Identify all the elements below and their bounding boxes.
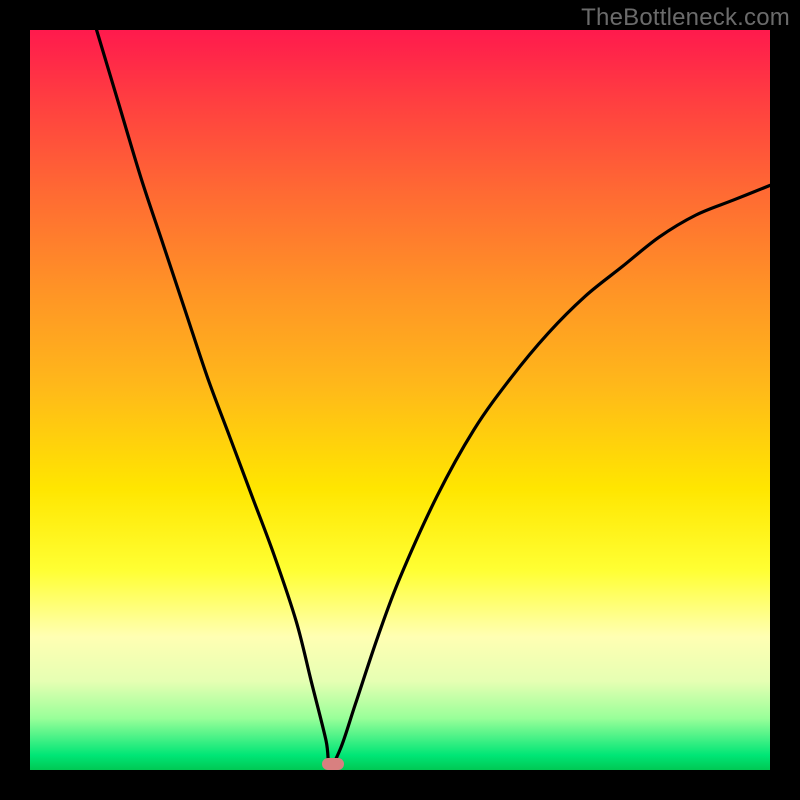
bottleneck-curve [97, 30, 770, 766]
curve-svg [30, 30, 770, 770]
chart-frame: TheBottleneck.com [0, 0, 800, 800]
watermark-text: TheBottleneck.com [581, 4, 790, 32]
plot-area [30, 30, 770, 770]
minimum-marker [322, 758, 344, 770]
